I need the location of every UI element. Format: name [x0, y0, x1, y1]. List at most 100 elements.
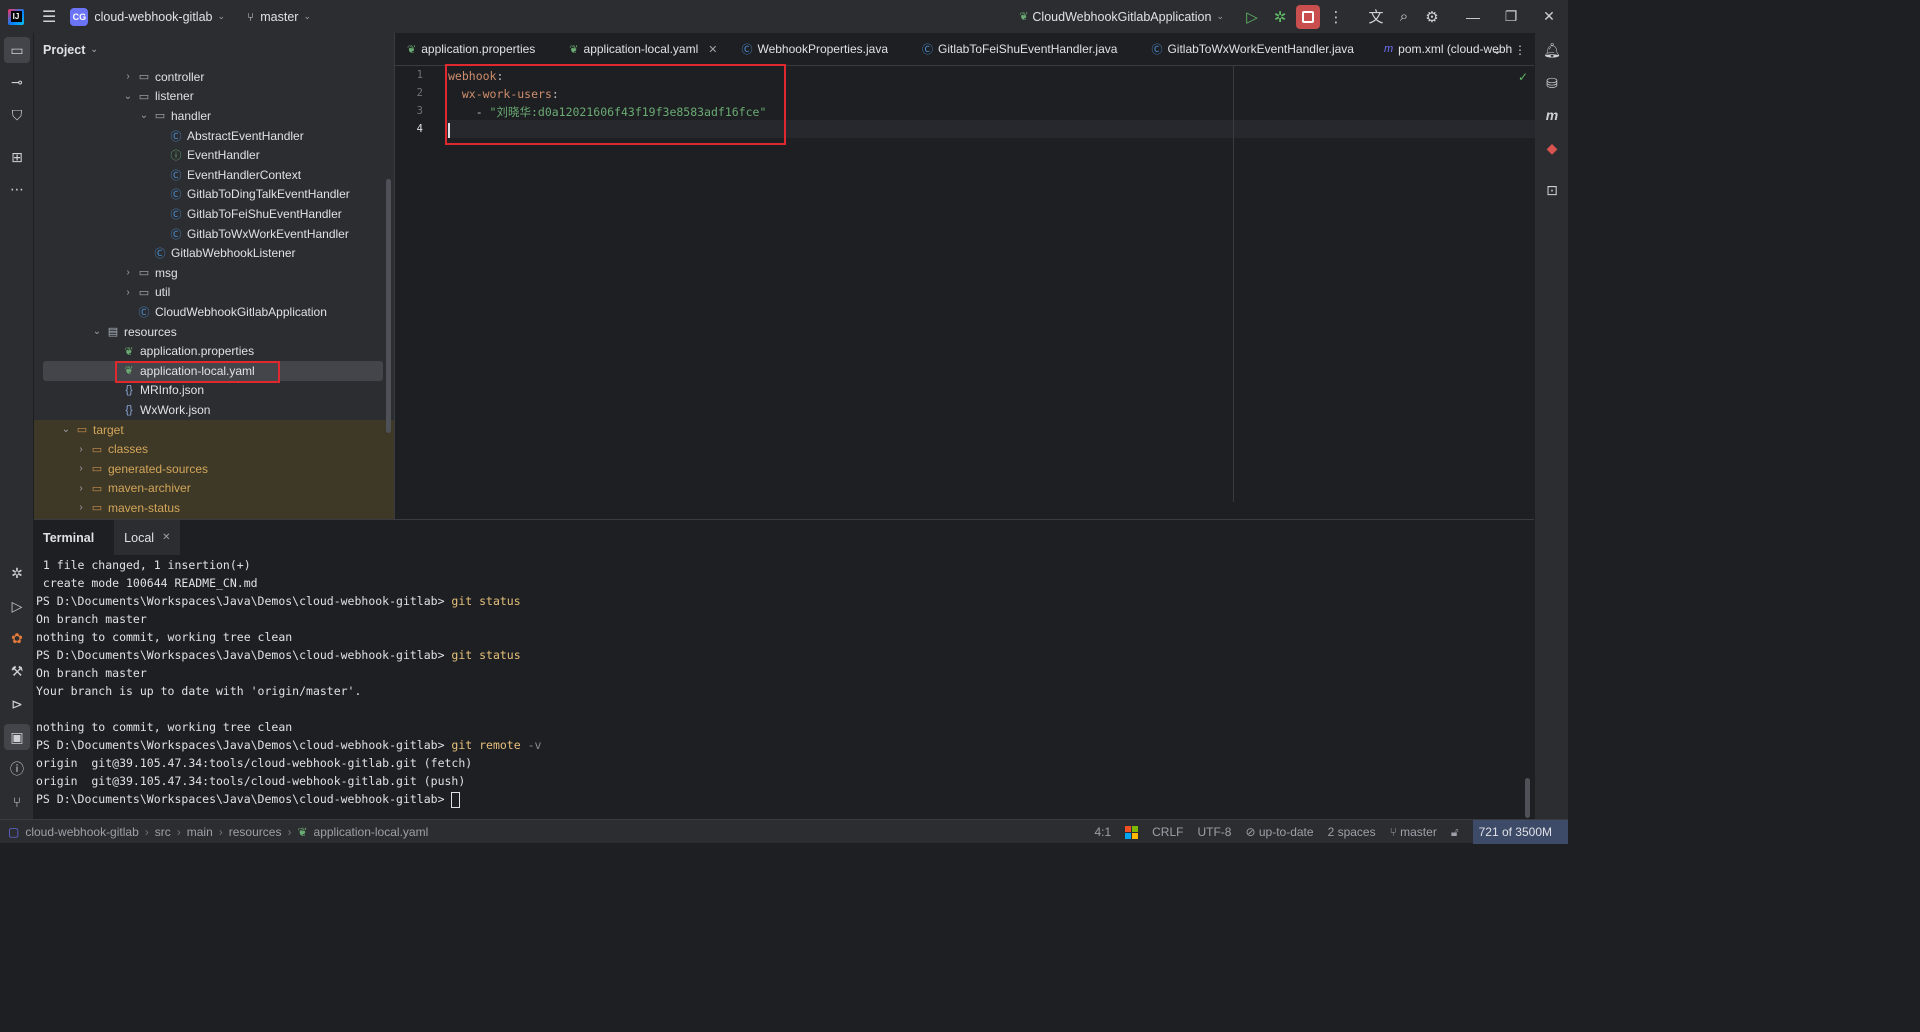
- vcs-status[interactable]: ⊘ up-to-date: [1245, 825, 1313, 839]
- tree-item-generated-sources[interactable]: › ▭ generated-sources: [73, 459, 208, 479]
- run-config-selector[interactable]: ❦ CloudWebhookGitlabApplication ⌄: [1019, 10, 1224, 24]
- chevron-right-icon[interactable]: ›: [73, 463, 89, 474]
- tree-item-event-handler-context[interactable]: Ⓒ EventHandlerContext: [168, 165, 302, 185]
- branch-name[interactable]: master: [260, 10, 298, 24]
- caret-position[interactable]: 4:1: [1094, 825, 1111, 839]
- chevron-down-icon[interactable]: ⌄: [217, 11, 225, 22]
- project-badge[interactable]: CG: [70, 7, 89, 26]
- tree-item-gitlab-to-dingtalk[interactable]: Ⓒ GitlabToDingTalkEventHandler: [168, 185, 350, 205]
- chevron-down-icon[interactable]: ⌄: [136, 110, 152, 121]
- breadcrumb-item[interactable]: cloud-webhook-gitlab: [25, 825, 138, 839]
- close-tab-icon[interactable]: ✕: [708, 43, 717, 56]
- translate-icon[interactable]: 文: [1362, 0, 1390, 33]
- tab-webhook-properties[interactable]: Ⓒ WebhookProperties.java: [729, 33, 900, 66]
- tree-item-mrinfo-json[interactable]: {} MRInfo.json: [121, 381, 204, 401]
- tree-item-resources[interactable]: ⌄ ▤ resources: [89, 322, 177, 342]
- file-encoding[interactable]: UTF-8: [1197, 825, 1231, 839]
- build-tool-icon[interactable]: ⚒: [4, 658, 30, 684]
- tree-item-classes[interactable]: › ▭ classes: [73, 439, 148, 459]
- intellij-logo-icon[interactable]: IJ: [8, 8, 24, 25]
- tree-item-util[interactable]: › ▭ util: [120, 283, 170, 303]
- tree-item-gitlab-to-wxwork[interactable]: Ⓒ GitlabToWxWorkEventHandler: [168, 224, 349, 244]
- lock-icon[interactable]: 🔓︎: [1451, 825, 1459, 840]
- memory-indicator[interactable]: 721 of 3500M: [1472, 820, 1568, 844]
- debug-icon[interactable]: ✲: [1266, 0, 1294, 33]
- chevron-down-icon[interactable]: ⌄: [89, 326, 105, 337]
- chevron-down-icon[interactable]: ⌄: [1492, 43, 1502, 57]
- tab-application-properties[interactable]: ❦ application.properties: [395, 33, 547, 66]
- plugin-icon[interactable]: ◆: [1539, 135, 1565, 161]
- indent-setting[interactable]: 2 spaces: [1328, 825, 1376, 839]
- pull-requests-icon[interactable]: ⛉: [4, 102, 30, 128]
- chevron-right-icon[interactable]: ›: [73, 483, 89, 494]
- more-actions-icon[interactable]: ⋮: [1514, 43, 1526, 57]
- more-tools-icon[interactable]: ⋯: [4, 176, 30, 202]
- terminal-output[interactable]: 1 file changed, 1 insertion(+) create mo…: [36, 556, 541, 808]
- terminal-tab-local[interactable]: Local ✕: [114, 520, 181, 555]
- chevron-down-icon[interactable]: ⌄: [120, 91, 136, 102]
- debug-tool-icon[interactable]: ✲: [4, 560, 30, 586]
- structure-icon[interactable]: ⊞: [4, 144, 30, 170]
- services-tool-icon[interactable]: ⊳: [4, 691, 30, 717]
- chevron-right-icon[interactable]: ›: [120, 71, 136, 82]
- minimize-icon[interactable]: —: [1454, 0, 1492, 33]
- stop-button[interactable]: [1296, 4, 1320, 29]
- branch-icon[interactable]: ⑂: [247, 10, 254, 24]
- tree-item-maven-archiver[interactable]: › ▭ maven-archiver: [73, 479, 190, 499]
- close-icon[interactable]: ✕: [1530, 0, 1568, 33]
- tree-item-controller[interactable]: › ▭ controller: [120, 67, 204, 87]
- terminal-tool-icon[interactable]: ▣: [4, 724, 30, 750]
- tree-item-event-handler[interactable]: ⓘ EventHandler: [168, 145, 260, 165]
- ai-assistant-icon[interactable]: ⊡: [1539, 177, 1565, 203]
- chevron-right-icon[interactable]: ›: [73, 444, 89, 455]
- chevron-down-icon[interactable]: ⌄: [58, 424, 74, 435]
- tree-item-handler[interactable]: ⌄ ▭ handler: [136, 106, 211, 126]
- chevron-right-icon[interactable]: ›: [120, 287, 136, 298]
- problems-tool-icon[interactable]: ⓘ: [4, 756, 30, 782]
- git-tool-icon[interactable]: ⑂: [4, 789, 30, 815]
- project-scrollbar[interactable]: [386, 179, 391, 433]
- branch-widget[interactable]: ⑂ master: [1390, 825, 1437, 839]
- no-problems-check-icon[interactable]: ✓: [1518, 70, 1528, 84]
- breadcrumb-item[interactable]: main: [187, 825, 213, 839]
- breadcrumb-item[interactable]: application-local.yaml: [314, 825, 429, 839]
- tab-application-local-yaml[interactable]: ❦ application-local.yaml ✕: [557, 33, 730, 66]
- notifications-icon[interactable]: 🔔︎: [1539, 37, 1565, 63]
- project-name[interactable]: cloud-webhook-gitlab: [94, 10, 212, 24]
- tree-item-abstract-event-handler[interactable]: Ⓒ AbstractEventHandler: [168, 126, 304, 146]
- maven-icon[interactable]: m: [1539, 102, 1565, 128]
- tab-gitlab-to-feishu[interactable]: Ⓒ GitlabToFeiShuEventHandler.java: [910, 33, 1129, 66]
- database-icon[interactable]: ⛁: [1539, 70, 1565, 96]
- tree-item-msg[interactable]: › ▭ msg: [120, 263, 177, 283]
- chevron-down-icon[interactable]: ⌄: [303, 11, 311, 22]
- tree-item-listener[interactable]: ⌄ ▭ listener: [120, 87, 194, 107]
- breadcrumb-item[interactable]: resources: [229, 825, 282, 839]
- terminal-scrollbar[interactable]: [1525, 778, 1530, 818]
- windows-logo-icon[interactable]: [1125, 825, 1139, 839]
- project-tool-icon[interactable]: ▭: [4, 37, 30, 63]
- tree-item-gitlab-to-feishu[interactable]: Ⓒ GitlabToFeiShuEventHandler: [168, 204, 342, 224]
- line-separator[interactable]: CRLF: [1152, 825, 1183, 839]
- search-icon[interactable]: ⌕: [1390, 0, 1418, 33]
- tree-item-application-properties[interactable]: ❦ application.properties: [121, 341, 254, 361]
- more-actions-icon[interactable]: ⋮: [1322, 0, 1350, 33]
- plugin-tool-icon[interactable]: ✿: [4, 625, 30, 651]
- chevron-right-icon[interactable]: ›: [73, 502, 89, 513]
- run-icon[interactable]: ▷: [1238, 0, 1266, 33]
- chevron-right-icon[interactable]: ›: [120, 267, 136, 278]
- project-panel-header[interactable]: Project ⌄: [34, 33, 394, 66]
- tab-gitlab-to-wxwork[interactable]: Ⓒ GitlabToWxWorkEventHandler.java: [1139, 33, 1366, 66]
- breadcrumb-item[interactable]: src: [155, 825, 171, 839]
- close-tab-icon[interactable]: ✕: [162, 532, 170, 543]
- tree-item-gitlab-webhook-listener[interactable]: Ⓒ GitlabWebhookListener: [152, 243, 296, 263]
- restore-icon[interactable]: ❐: [1492, 0, 1530, 33]
- tree-item-wxwork-json[interactable]: {} WxWork.json: [121, 400, 210, 420]
- tree-item-application-class[interactable]: Ⓒ CloudWebhookGitlabApplication: [136, 302, 327, 322]
- tree-item-target[interactable]: ⌄ ▭ target: [58, 420, 124, 440]
- settings-gear-icon[interactable]: ⚙: [1418, 0, 1446, 33]
- status-bar: ▢ cloud-webhook-gitlab › src › main › resou…: [0, 819, 1568, 844]
- run-tool-icon[interactable]: ▷: [4, 593, 30, 619]
- commit-tool-icon[interactable]: ⊸: [4, 69, 30, 95]
- tree-item-maven-status[interactable]: › ▭ maven-status: [73, 498, 180, 518]
- main-menu-icon[interactable]: ☰: [42, 7, 56, 27]
